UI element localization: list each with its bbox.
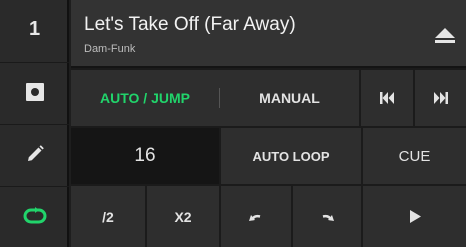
skip-next-icon — [433, 92, 448, 104]
loop-double-button[interactable]: X2 — [147, 186, 219, 247]
eject-icon[interactable] — [434, 28, 456, 44]
redo-icon — [319, 211, 335, 223]
undo-icon — [248, 211, 264, 223]
skip-next-button[interactable] — [415, 70, 466, 126]
deck-sidebar: 1 — [0, 0, 69, 247]
loop-halve-button[interactable]: /2 — [71, 186, 145, 247]
skip-previous-icon — [380, 92, 394, 104]
sidebar-item-loop[interactable] — [0, 186, 69, 244]
undo-button[interactable] — [221, 186, 291, 247]
redo-button[interactable] — [293, 186, 361, 247]
deck-panel: Let's Take Off (Far Away) Dam-Funk AUTO … — [71, 0, 466, 247]
sidebar-item-record[interactable] — [0, 62, 69, 120]
sidebar-item-edit[interactable] — [0, 124, 69, 182]
deck-number: 1 — [28, 17, 41, 40]
auto-loop-button[interactable]: AUTO LOOP — [221, 128, 361, 184]
track-artist: Dam-Funk — [84, 43, 136, 55]
skip-previous-button[interactable] — [361, 70, 413, 126]
record-icon — [25, 82, 45, 102]
tab-auto-jump[interactable]: AUTO / JUMP — [71, 70, 219, 126]
play-icon — [409, 210, 421, 223]
track-header: Let's Take Off (Far Away) Dam-Funk — [71, 0, 466, 68]
tab-manual[interactable]: MANUAL — [220, 70, 359, 126]
play-button[interactable] — [363, 186, 466, 247]
loop-beats-value[interactable]: 16 — [71, 128, 219, 184]
deck-number-cell[interactable]: 1 — [0, 0, 69, 58]
cue-button[interactable]: CUE — [363, 128, 466, 184]
loop-icon — [23, 206, 47, 225]
pencil-icon — [25, 144, 45, 164]
track-title: Let's Take Off (Far Away) — [84, 14, 296, 35]
